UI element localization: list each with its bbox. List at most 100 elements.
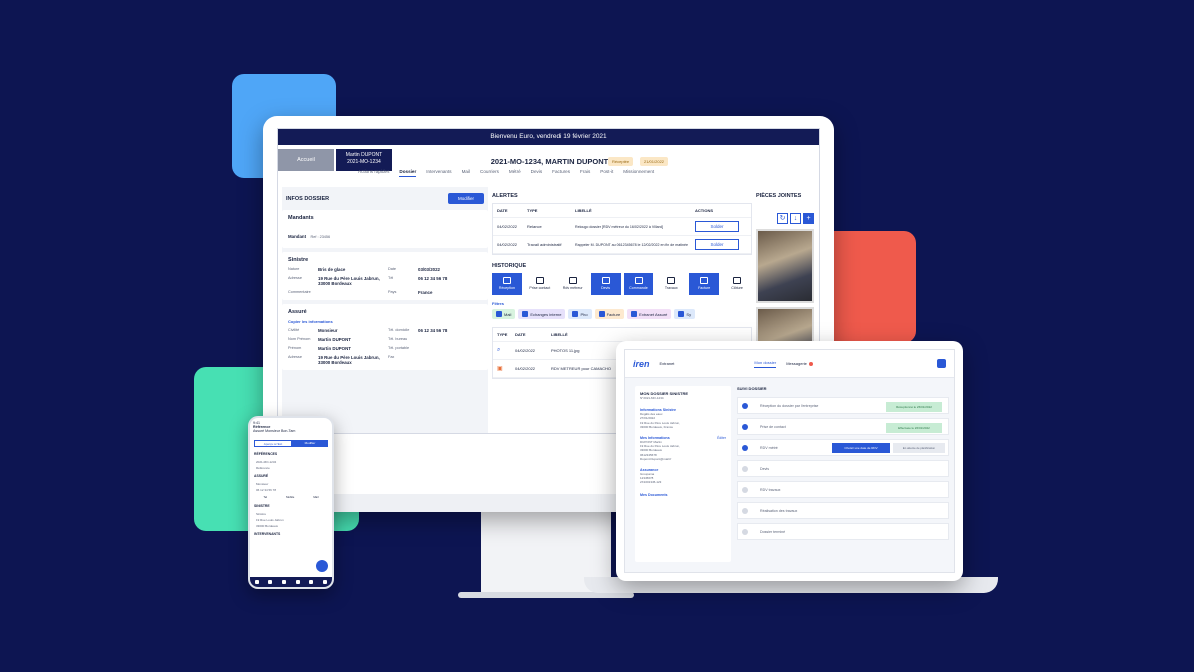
nav-item[interactable]: Actions rapides <box>358 169 389 177</box>
step-label: Prise contact <box>529 286 551 290</box>
filter-chip[interactable]: Extranet Assuré <box>627 309 672 319</box>
tab-messages[interactable]: Messagerie <box>786 361 807 366</box>
pays-value: France <box>418 290 433 295</box>
adresse2-value: 19 Rue du Père Louis Jabrun, 33000 Borde… <box>318 355 380 365</box>
nav-item[interactable]: Courriers <box>480 169 499 177</box>
filter-chip[interactable]: Echanges interne <box>518 309 566 319</box>
edit-icon[interactable] <box>268 580 273 584</box>
phone-mobile-button[interactable]: Mobile <box>286 495 294 499</box>
filter-chip[interactable]: Pho <box>568 309 592 319</box>
phone-section: SINISTRE <box>254 504 270 508</box>
filter-chip[interactable]: Mail <box>492 309 516 319</box>
step-devis[interactable]: Devis <box>590 273 621 295</box>
step-done-icon <box>742 424 748 430</box>
solder-button[interactable]: Solder <box>695 221 739 232</box>
step-commande[interactable]: Commande <box>623 273 654 295</box>
phone-call-button[interactable]: Tel <box>264 495 268 499</box>
nav-item[interactable]: Frais <box>580 169 590 177</box>
edit-button[interactable]: Modifier <box>447 193 484 204</box>
filter-chip[interactable]: Facture <box>594 309 625 319</box>
step-done-icon <box>742 445 748 451</box>
nav-item[interactable]: Métré <box>509 169 521 177</box>
nav-item[interactable]: Intervenants <box>426 169 451 177</box>
info-line: Dupont.Dupont@mail.fr <box>640 457 672 462</box>
nature-label: Nature <box>288 267 300 271</box>
alert-date: 04/02/2022 <box>497 224 518 229</box>
step-cloture[interactable]: Clôture <box>722 273 752 295</box>
table-row: 04/02/2022 Travail administratif Rappele… <box>493 236 751 254</box>
alerts-table: DATE TYPE LIBELLÉ ACTIONS 04/02/2022 Rel… <box>492 203 752 255</box>
attachment-photo[interactable] <box>756 229 814 303</box>
camera-fab-icon[interactable] <box>316 560 328 572</box>
nature-value: Bris de glace <box>318 267 346 272</box>
phone-icon <box>535 277 544 284</box>
nav-item[interactable]: Factures <box>552 169 570 177</box>
row-libelle: PHOTOS 11.jpg <box>551 348 580 353</box>
mandants-card: Mandants Mandant Ref : 23456 <box>282 210 488 248</box>
folder-icon[interactable] <box>254 580 259 584</box>
row-date: 04/02/2022 <box>515 366 536 371</box>
tab-dossier[interactable]: Mon dossier <box>754 360 777 368</box>
add-icon[interactable]: + <box>803 213 814 224</box>
case-nav: Actions rapides Dossier Intervenants Mai… <box>358 169 654 177</box>
settings-icon[interactable] <box>937 359 946 368</box>
phone: 9:41 Référence Assuré Monsieur Bon-Tam A… <box>248 416 334 589</box>
edit-link[interactable]: Éditer <box>717 436 726 440</box>
refresh-icon[interactable]: ↻ <box>777 213 788 224</box>
date-label: Date <box>388 267 397 271</box>
step-label: Rdv métreur <box>562 286 583 290</box>
choose-rdv-button[interactable]: Choisir une date de RDV <box>832 443 890 453</box>
search-icon[interactable] <box>295 580 300 584</box>
chip-label: Mail <box>504 311 512 317</box>
step-contact[interactable]: Prise contact <box>525 273 555 295</box>
image-icon[interactable] <box>309 580 314 584</box>
row-date: 04/02/2022 <box>515 348 536 353</box>
sinistre-card: Sinistre Nature Bris de glace Date 03/03… <box>282 252 488 300</box>
checkbox-icon <box>522 311 529 317</box>
extranet-label: Extranet <box>659 361 675 366</box>
step-label: RDV travaux <box>760 488 781 492</box>
col-date: DATE <box>497 208 508 213</box>
phone-actions: Tel Mobile Mail <box>250 493 332 501</box>
toggle-preview[interactable]: Aperçu à l'Ext <box>254 440 292 447</box>
download-icon[interactable]: ↓ <box>790 213 801 224</box>
step-travaux[interactable]: Travaux <box>656 273 686 295</box>
checkbox-icon <box>598 311 605 317</box>
fax-label: Fax <box>388 355 395 359</box>
step-label: Commande <box>629 286 648 290</box>
step-label: RDV métré <box>760 446 778 450</box>
step-label: Réalisation des travaux <box>760 509 798 513</box>
step-reception[interactable]: Réception <box>492 273 522 295</box>
tools-icon[interactable] <box>282 580 287 584</box>
sinistre-title: Sinistre <box>288 257 309 263</box>
docs-heading[interactable]: Mes Documents <box>640 493 726 497</box>
col-type: TYPE <box>497 332 508 337</box>
rdv-pending: En attente de planification <box>893 443 945 453</box>
step-facture[interactable]: Facture <box>689 273 720 295</box>
nav-item[interactable]: Post-it <box>600 169 613 177</box>
nav-item[interactable]: Missionnement <box>623 169 654 177</box>
grid-icon[interactable] <box>323 580 328 584</box>
calendar-icon <box>568 277 577 284</box>
col-actions: ACTIONS <box>695 208 713 213</box>
nomprenom-label: Nom Prénom <box>288 337 311 341</box>
nav-item[interactable]: Mail <box>462 169 470 177</box>
assure-title: Assuré <box>288 309 307 315</box>
history-header: TYPE DATE LIBELLÉ <box>493 328 751 342</box>
telbur-label: Tél. bureau <box>388 337 408 341</box>
checkbox-icon <box>496 311 502 317</box>
step-rdv[interactable]: Rdv métreur <box>558 273 588 295</box>
document-icon <box>601 277 610 284</box>
phone-mail-button[interactable]: Mail <box>313 495 318 499</box>
nav-item-active[interactable]: Dossier <box>399 169 417 177</box>
chip-label: Facture <box>606 311 621 317</box>
solder-button[interactable]: Solder <box>695 239 739 250</box>
filter-chip[interactable]: Sy <box>674 309 696 319</box>
toggle-edit[interactable]: Modifier <box>292 440 328 447</box>
nav-item[interactable]: Devis <box>531 169 543 177</box>
copy-info-link[interactable]: Copier les informations <box>288 319 478 324</box>
teldom-value: 06 12 34 56 78 <box>418 328 448 333</box>
prenom-value: Martin DUPONT <box>318 346 351 351</box>
info-line: 33000 Bordeaux, France <box>640 425 674 430</box>
attachment-icon: ⌕ <box>497 347 501 353</box>
